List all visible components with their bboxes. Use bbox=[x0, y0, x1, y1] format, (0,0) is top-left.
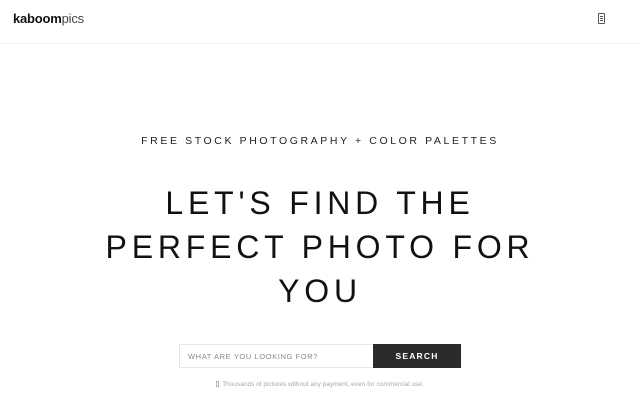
free-use-note: Thousands of pictures without any paymen… bbox=[0, 381, 640, 388]
hero-tagline: FREE STOCK PHOTOGRAPHY + COLOR PALETTES bbox=[141, 135, 499, 147]
logo-text-light: pics bbox=[61, 11, 85, 26]
kaboompics-logo[interactable]: kaboompics bbox=[13, 11, 84, 26]
search-input[interactable] bbox=[179, 344, 373, 368]
search-button[interactable]: SEARCH bbox=[373, 344, 461, 368]
top-navigation-bar: kaboompics bbox=[0, 0, 640, 44]
info-icon bbox=[216, 381, 220, 387]
logo-text-bold: kaboom bbox=[13, 11, 62, 26]
menu-icon-line bbox=[600, 20, 603, 21]
menu-icon-line bbox=[600, 16, 603, 17]
headline-line: YOU bbox=[278, 273, 362, 309]
menu-icon-line bbox=[600, 18, 603, 19]
headline-line: PERFECT PHOTO FOR bbox=[105, 229, 535, 265]
headline-line: LET'S FIND THE bbox=[165, 185, 475, 221]
menu-icon[interactable] bbox=[598, 13, 605, 24]
hero-headline: LET'S FIND THE PERFECT PHOTO FOR YOU bbox=[0, 181, 640, 313]
free-use-note-text: Thousands of pictures without any paymen… bbox=[222, 381, 424, 388]
